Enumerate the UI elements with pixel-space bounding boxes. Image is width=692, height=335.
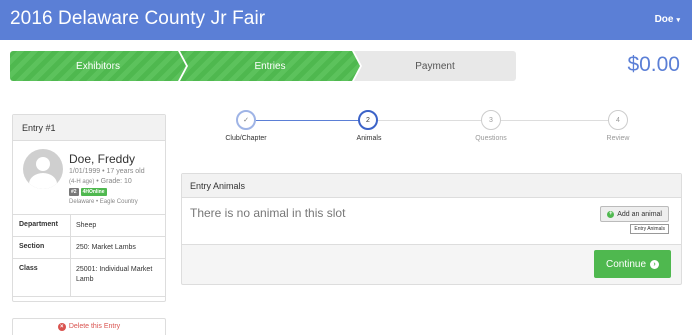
user-menu-label: Doe	[654, 14, 674, 25]
field-key: Department	[13, 215, 71, 236]
progress-step-label: Payment	[415, 60, 455, 72]
field-row-class: Class 25001: Individual Market Lamb	[13, 259, 165, 297]
wizard-step-4[interactable]: 4	[608, 110, 628, 130]
id-badge: #2	[69, 188, 79, 196]
progress-step-label: Entries	[254, 60, 286, 72]
wizard-step-label: Club/Chapter	[225, 135, 267, 142]
tooltip: Entry Animals	[630, 224, 669, 234]
wizard-step-label: Animals	[356, 135, 382, 142]
field-key: Class	[13, 259, 71, 296]
exhibitor-summary: Doe, Freddy 1/01/1999 • 17 years old (4-…	[13, 141, 165, 215]
wizard-step-1[interactable]: ✓	[236, 110, 256, 130]
caret-down-icon: ▾	[676, 16, 680, 24]
wizard-step-3[interactable]: 3	[481, 110, 501, 130]
continue-button[interactable]: Continue ›	[594, 250, 671, 278]
exhibitor-name: Doe, Freddy	[69, 152, 136, 166]
entry-animals-panel: Entry Animals There is no animal in this…	[181, 173, 682, 285]
field-value: Sheep	[76, 222, 97, 229]
wizard-step-number: 3	[489, 116, 493, 124]
add-animal-button[interactable]: + Add an animal	[600, 206, 669, 222]
entry-card-title: Entry #1	[13, 115, 165, 141]
progress-step-label: Exhibitors	[76, 60, 120, 72]
field-value: 25001: Individual Market Lamb	[76, 266, 153, 283]
arrow-right-circle-icon: ›	[650, 259, 660, 269]
progress-step-exhibitors[interactable]: Exhibitors	[10, 51, 186, 81]
wizard-step-number: 2	[366, 116, 370, 124]
check-icon: ✓	[243, 117, 249, 124]
field-row-department: Department Sheep	[13, 215, 165, 237]
app-title[interactable]: 2016 Delaware County Jr Fair	[10, 8, 265, 30]
grade-text: • Grade: 10	[94, 178, 132, 185]
add-animal-label: Add an animal	[617, 210, 662, 218]
exhibitor-location: Delaware • Eagle Country	[69, 199, 138, 205]
top-navbar: 2016 Delaware County Jr Fair Doe ▾	[0, 0, 692, 40]
wizard-step-label: Questions	[475, 135, 507, 142]
age-note: (4-H age)	[69, 179, 95, 185]
delete-entry-label: Delete this Entry	[68, 323, 121, 330]
progress-step-payment[interactable]: Payment	[354, 51, 516, 81]
4honline-badge: 4HOnline	[80, 188, 107, 196]
user-avatar-icon	[23, 149, 63, 189]
exhibitor-badges: #2 4HOnline	[69, 188, 107, 196]
cart-total: $0.00	[627, 53, 680, 76]
user-menu[interactable]: Doe ▾	[655, 14, 680, 25]
animal-slot: There is no animal in this slot + Add an…	[182, 198, 681, 245]
field-value: 250: Market Lambs	[76, 244, 136, 251]
remove-circle-icon: ×	[57, 323, 66, 331]
continue-label: Continue	[605, 258, 647, 270]
exhibitor-dob: 1/01/1999 • 17 years old	[69, 168, 145, 175]
empty-slot-text: There is no animal in this slot	[190, 206, 346, 220]
field-row-section: Section 250: Market Lambs	[13, 237, 165, 259]
delete-entry-button[interactable]: × Delete this Entry	[12, 318, 166, 335]
entry-card: Entry #1 Doe, Freddy 1/01/1999 • 17 year…	[12, 114, 166, 302]
progress-step-entries[interactable]: Entries	[180, 51, 360, 81]
panel-title: Entry Animals	[182, 174, 681, 198]
wizard-progress-line-done	[256, 120, 368, 121]
plus-circle-icon: +	[607, 210, 615, 218]
wizard-step-2[interactable]: 2	[358, 110, 378, 130]
exhibitor-grade: (4-H age) • Grade: 10	[69, 178, 132, 185]
wizard-step-number: 4	[616, 116, 620, 124]
field-key: Section	[13, 237, 71, 258]
checkout-progress: Exhibitors Entries Payment	[10, 51, 516, 81]
wizard-step-label: Review	[606, 135, 630, 142]
